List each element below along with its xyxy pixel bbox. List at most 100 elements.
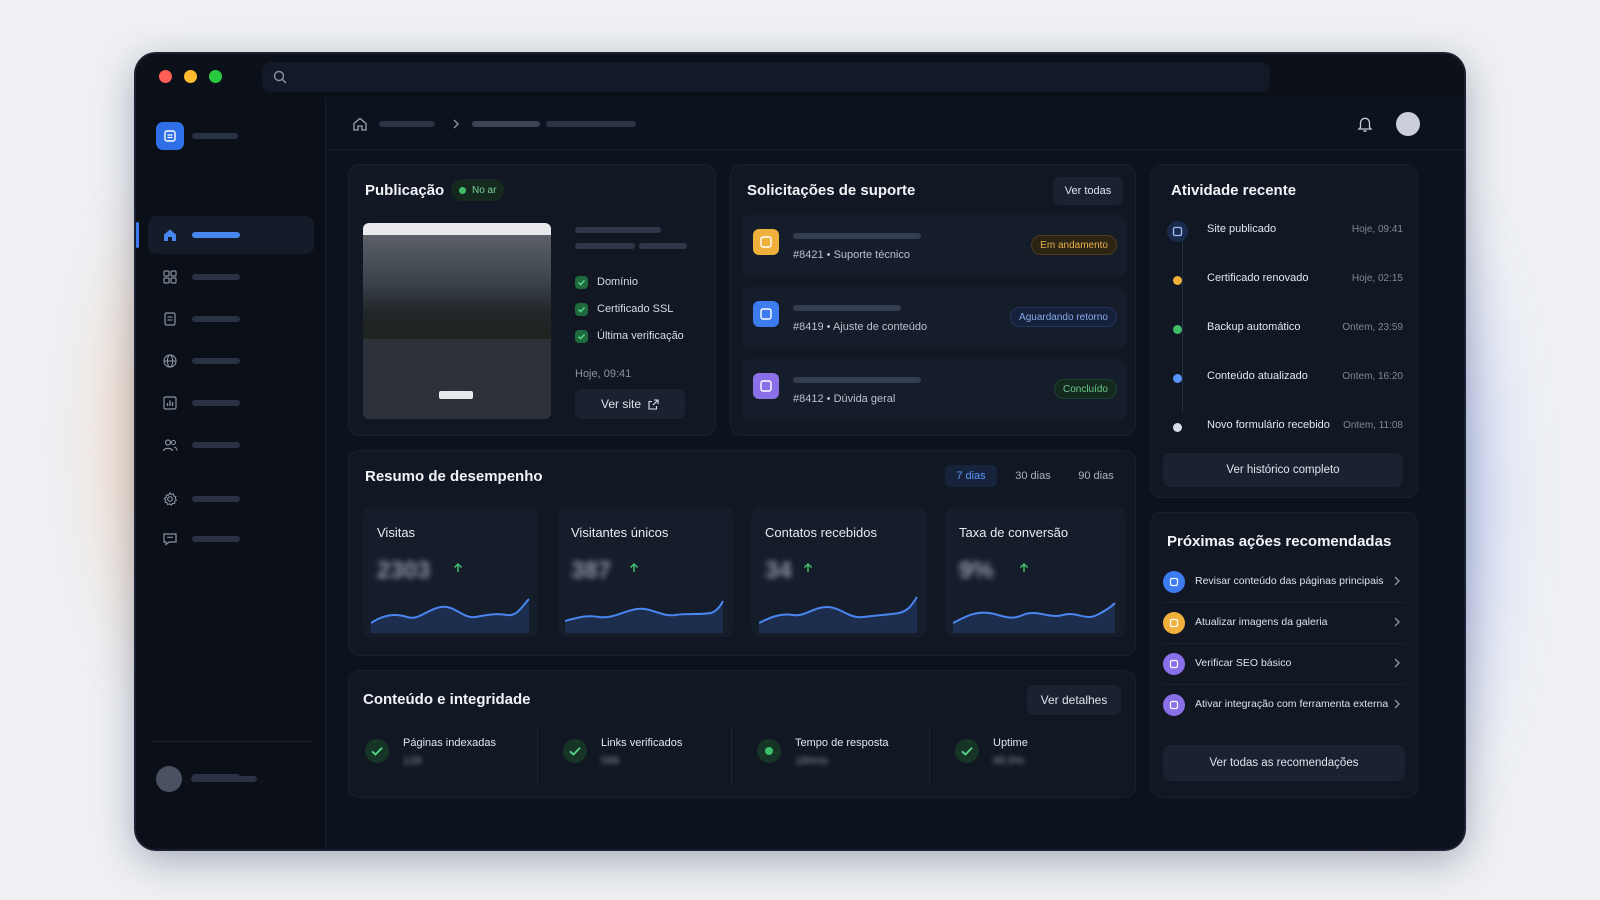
view-site-label: Ver site xyxy=(600,397,642,411)
sidebar-item-settings[interactable] xyxy=(148,480,314,518)
breadcrumb-item-placeholder[interactable] xyxy=(379,121,435,127)
metric-card-conversion-rate[interactable]: Taxa de conversão 9% xyxy=(945,507,1125,637)
recent-activity-card: Atividade recente Site publicado Hoje, 0… xyxy=(1150,164,1418,498)
main-content: Publicação No ar Domínio Certificado SSL… xyxy=(326,98,1464,849)
publication-card: Publicação No ar Domínio Certificado SSL… xyxy=(348,164,716,436)
sparkline-chart xyxy=(759,596,918,633)
recommendation-item[interactable]: Verificar SEO básico xyxy=(1163,645,1405,685)
activity-dot xyxy=(1173,423,1182,432)
activity-label: Backup automático xyxy=(1207,321,1301,333)
ticket-status-badge: Aguardando retorno xyxy=(1010,307,1117,327)
ticket-row[interactable]: #8412 • Dúvida geral Concluído xyxy=(741,359,1127,421)
activity-label: Novo formulário recebido xyxy=(1207,419,1330,431)
minimize-window-button[interactable] xyxy=(184,70,197,83)
chevron-right-icon xyxy=(453,119,459,129)
ticket-subject-placeholder xyxy=(793,377,921,383)
view-details-button[interactable]: Ver detalhes xyxy=(1027,685,1121,715)
recommendation-item[interactable]: Atualizar imagens da galeria xyxy=(1163,604,1405,644)
recommended-actions-card: Próximas ações recomendadas Revisar cont… xyxy=(1150,512,1418,798)
publication-timestamp: Hoje, 09:41 xyxy=(575,368,632,380)
activity-dot xyxy=(1173,276,1182,285)
view-all-recommendations-button[interactable]: Ver todas as recomendações xyxy=(1163,745,1405,781)
document-icon xyxy=(164,312,176,326)
task-icon xyxy=(1163,571,1185,593)
profile-avatar[interactable] xyxy=(1396,112,1420,136)
sidebar-item-domains[interactable] xyxy=(148,342,314,380)
site-url-placeholder xyxy=(575,243,635,249)
publication-title: Publicação xyxy=(365,182,445,199)
integrity-label: Uptime xyxy=(993,737,1028,749)
preview-button xyxy=(439,391,473,399)
tab-7-days[interactable]: 7 dias xyxy=(945,465,997,487)
recommendation-label: Verificar SEO básico xyxy=(1195,657,1292,669)
ticket-row[interactable]: #8421 • Suporte técnico Em andamento xyxy=(741,215,1127,277)
breadcrumb-subtitle-placeholder xyxy=(546,121,636,127)
ticket-subject-placeholder xyxy=(793,305,901,311)
tab-90-days[interactable]: 90 dias xyxy=(1069,465,1123,487)
globe-icon xyxy=(163,354,177,368)
ticket-meta: #8421 • Suporte técnico xyxy=(793,249,910,261)
sidebar-item-users[interactable] xyxy=(148,426,314,464)
sparkline-chart xyxy=(371,598,530,633)
status-dot-icon xyxy=(757,739,781,763)
logo-icon xyxy=(164,130,176,142)
sparkline-chart xyxy=(953,602,1116,633)
metric-card-visits[interactable]: Visitas 2303 xyxy=(363,507,539,637)
integrity-divider xyxy=(929,727,930,783)
integrity-item: Links verificados 596 xyxy=(563,729,733,789)
recommendation-item[interactable]: Revisar conteúdo das páginas principais xyxy=(1163,563,1405,603)
activity-item: Certificado renovado Hoje, 02:15 xyxy=(1167,270,1403,310)
home-icon xyxy=(164,229,176,241)
status-dot xyxy=(459,186,466,194)
ticket-status-badge: Concluído xyxy=(1053,379,1117,399)
home-icon[interactable] xyxy=(352,116,368,132)
recommendation-item[interactable]: Ativar integração com ferramenta externa xyxy=(1163,686,1405,726)
sidebar-item-home[interactable] xyxy=(148,216,314,254)
preview-hero-shade xyxy=(363,295,551,339)
sidebar-item-analytics[interactable] xyxy=(148,384,314,422)
app-logo[interactable] xyxy=(156,122,184,150)
integrity-divider xyxy=(537,727,538,783)
integrity-value: 99,9% xyxy=(993,755,1025,767)
trend-up-icon xyxy=(803,562,813,572)
ticket-row[interactable]: #8419 • Ajuste de conteúdo Aguardando re… xyxy=(741,287,1127,349)
check-circle-icon xyxy=(563,739,587,763)
close-window-button[interactable] xyxy=(159,70,172,83)
activity-time: Ontem, 11:08 xyxy=(1343,420,1403,431)
metric-card-unique-visitors[interactable]: Visitantes únicos 387 xyxy=(557,507,733,637)
view-site-button[interactable]: Ver site xyxy=(575,389,685,419)
ticket-icon xyxy=(753,229,779,255)
view-all-tickets-button[interactable]: Ver todas xyxy=(1053,177,1123,205)
check-last-verification-label: Última verificação xyxy=(597,330,684,342)
support-title: Solicitações de suporte xyxy=(747,182,916,199)
integrity-value: 128 xyxy=(403,755,422,767)
activity-time: Hoje, 02:15 xyxy=(1351,273,1403,284)
site-url-placeholder-2 xyxy=(639,243,687,249)
activity-item: Site publicado Hoje, 09:41 xyxy=(1167,221,1403,261)
check-icon xyxy=(575,276,588,289)
user-avatar[interactable] xyxy=(156,766,182,792)
integrity-label: Links verificados xyxy=(601,737,683,749)
integrity-item: Uptime 99,9% xyxy=(955,729,1115,789)
ticket-meta: #8412 • Dúvida geral xyxy=(793,393,896,405)
check-domain-label: Domínio xyxy=(597,276,638,288)
sidebar-item-dashboard[interactable] xyxy=(148,258,314,296)
tab-30-days[interactable]: 30 dias xyxy=(1005,465,1061,487)
support-requests-card: Solicitações de suporte Ver todas #8421 … xyxy=(730,164,1136,436)
maximize-window-button[interactable] xyxy=(209,70,222,83)
activity-label: Conteúdo atualizado xyxy=(1207,370,1308,382)
view-full-history-button[interactable]: Ver histórico completo xyxy=(1163,453,1403,487)
metric-card-contacts[interactable]: Contatos recebidos 34 xyxy=(751,507,927,637)
sidebar-item-pages[interactable] xyxy=(148,300,314,338)
activity-dot xyxy=(1173,374,1182,383)
external-link-icon xyxy=(648,398,659,410)
site-preview-thumbnail[interactable] xyxy=(363,223,551,419)
metric-label: Visitantes únicos xyxy=(571,525,669,540)
bell-icon[interactable] xyxy=(1356,115,1374,133)
search-input[interactable] xyxy=(262,62,1270,92)
sidebar-item-messages[interactable] xyxy=(148,520,314,558)
user-name-placeholder xyxy=(191,776,257,782)
metric-label: Taxa de conversão xyxy=(959,525,1069,540)
performance-summary-card: Resumo de desempenho 7 dias 30 dias 90 d… xyxy=(348,450,1136,656)
recommendation-label: Ativar integração com ferramenta externa xyxy=(1195,698,1389,710)
